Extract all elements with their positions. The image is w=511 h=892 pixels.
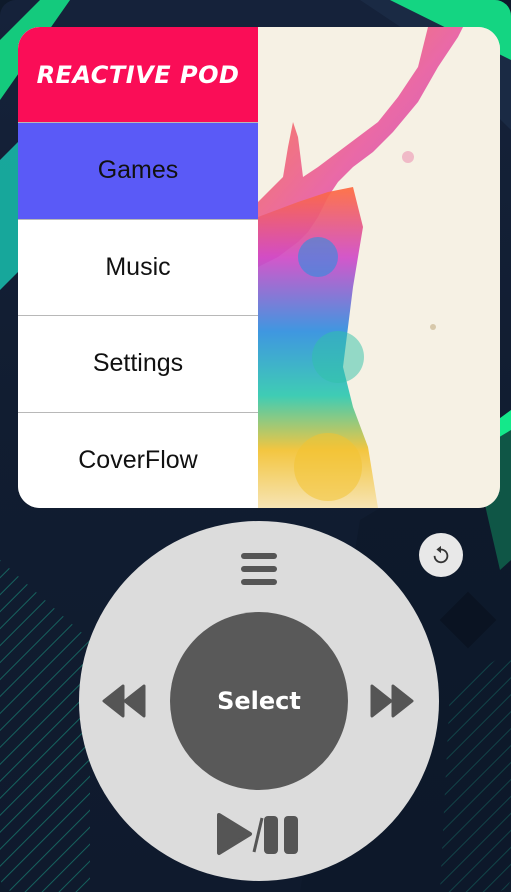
fast-forward-button[interactable] (369, 681, 415, 721)
play-pause-button[interactable] (211, 811, 307, 857)
screen: REACTIVE POD Games Music Settings CoverF… (18, 27, 500, 508)
click-wheel[interactable]: Select (79, 521, 439, 881)
fast-forward-icon (370, 684, 414, 718)
menu-item-coverflow[interactable]: CoverFlow (18, 413, 258, 509)
deer-watercolor-artwork (258, 27, 500, 508)
pod-device: REACTIVE POD Games Music Settings CoverF… (0, 0, 511, 892)
menu-item-settings[interactable]: Settings (18, 316, 258, 413)
rewind-icon (102, 684, 146, 718)
menu-icon (241, 553, 277, 585)
undo-icon (433, 545, 449, 564)
menu-item-music[interactable]: Music (18, 220, 258, 316)
rewind-button[interactable] (101, 681, 147, 721)
main-menu: REACTIVE POD Games Music Settings CoverF… (18, 27, 258, 508)
menu-item-games[interactable]: Games (18, 123, 258, 220)
select-button[interactable]: Select (170, 612, 348, 790)
play-pause-icon (217, 813, 298, 855)
menu-button[interactable] (239, 551, 279, 587)
app-title: REACTIVE POD (18, 27, 258, 123)
reset-button[interactable] (419, 533, 463, 577)
